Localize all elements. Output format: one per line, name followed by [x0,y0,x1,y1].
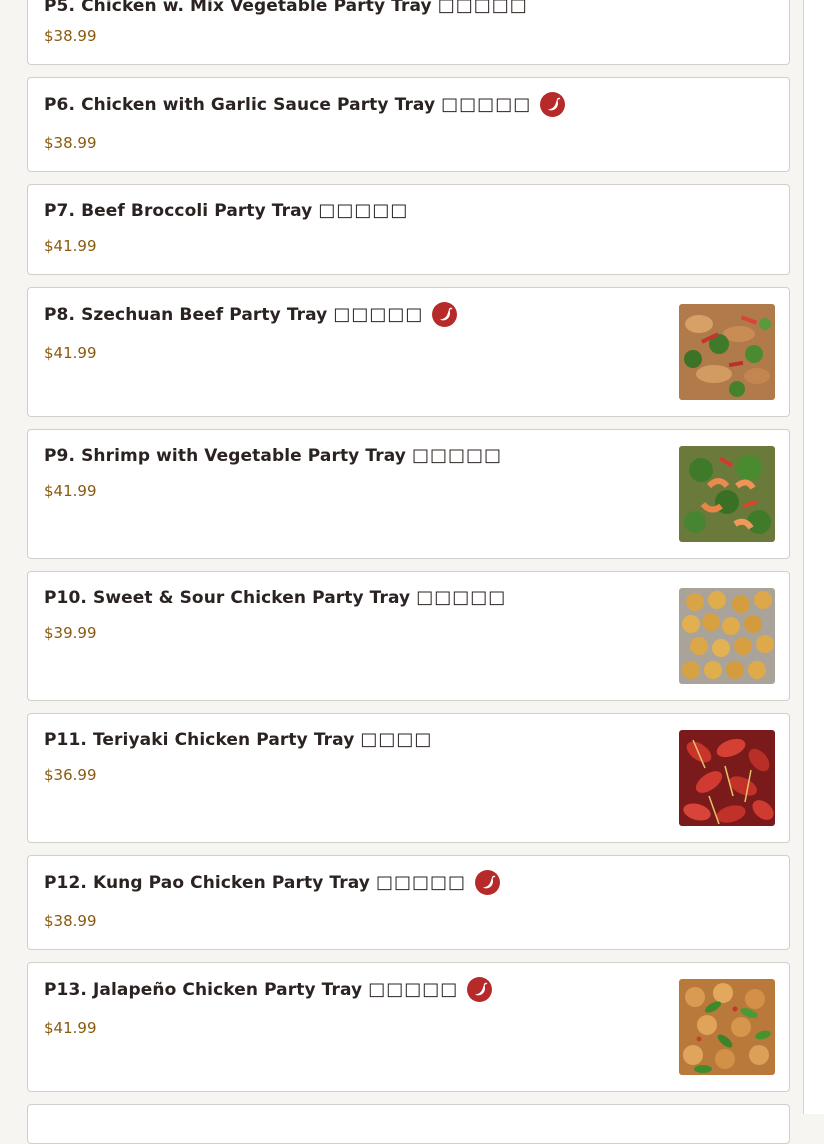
item-title: P5. Chicken w. Mix Vegetable Party Tray [44,0,432,16]
chili-pepper-icon [540,92,566,117]
item-chinese-name: □□□□□ [437,0,528,16]
item-title-row: P12. Kung Pao Chicken Party Tray □□□□□ [44,870,500,895]
beef-broccoli-photo[interactable] [679,304,775,400]
chili-pepper-icon [475,870,500,895]
item-title-row: P13. Jalapeño Chicken Party Tray □□□□□ [44,977,493,1002]
item-title: P11. Teriyaki Chicken Party Tray [44,729,355,750]
item-title: P6. Chicken with Garlic Sauce Party Tray [44,94,436,115]
item-chinese-name: □□□□□ [368,979,459,1000]
item-title-row: P7. Beef Broccoli Party Tray □□□□□ [44,200,408,221]
item-price: $41.99 [44,344,97,362]
item-title: P7. Beef Broccoli Party Tray [44,200,313,221]
item-chinese-name: □□□□□ [416,587,507,608]
item-title-row: P11. Teriyaki Chicken Party Tray □□□□ [44,729,432,750]
item-title-row: P10. Sweet & Sour Chicken Party Tray □□□… [44,587,506,608]
item-price: $39.99 [44,624,97,642]
item-price: $38.99 [44,27,97,45]
item-price: $41.99 [44,1019,97,1037]
menu-item-p7[interactable]: P7. Beef Broccoli Party Tray □□□□□ $41.9… [27,184,790,275]
item-price: $38.99 [44,134,97,152]
item-price: $38.99 [44,912,97,930]
menu-item-p10[interactable]: P10. Sweet & Sour Chicken Party Tray □□□… [27,571,790,701]
menu-item-p6[interactable]: P6. Chicken with Garlic Sauce Party Tray… [27,77,790,172]
jalapeno-chicken-photo[interactable] [679,979,775,1075]
chili-pepper-icon [467,977,493,1002]
item-title: P10. Sweet & Sour Chicken Party Tray [44,587,411,608]
item-title-row: P5. Chicken w. Mix Vegetable Party Tray … [44,0,528,16]
item-price: $41.99 [44,482,97,500]
scrollbar-track[interactable] [804,0,824,1114]
item-chinese-name: □□□□ [360,729,433,750]
item-title: P9. Shrimp with Vegetable Party Tray [44,445,406,466]
menu-item-p5[interactable]: P5. Chicken w. Mix Vegetable Party Tray … [27,0,790,65]
teriyaki-chicken-photo[interactable] [679,730,775,826]
menu-list: P5. Chicken w. Mix Vegetable Party Tray … [0,0,803,1144]
item-title-row: P8. Szechuan Beef Party Tray □□□□□ [44,302,458,327]
item-title: P8. Szechuan Beef Party Tray [44,304,328,325]
sweet-sour-chicken-photo[interactable] [679,588,775,684]
item-chinese-name: □□□□□ [333,304,424,325]
item-title-row: P6. Chicken with Garlic Sauce Party Tray… [44,92,566,117]
item-title: P13. Jalapeño Chicken Party Tray [44,979,363,1000]
menu-item-p8[interactable]: P8. Szechuan Beef Party Tray □□□□□ $41.9… [27,287,790,417]
chili-pepper-icon [432,302,458,327]
menu-item-p13[interactable]: P13. Jalapeño Chicken Party Tray □□□□□ $… [27,962,790,1092]
item-chinese-name: □□□□□ [411,445,502,466]
menu-item-p12[interactable]: P12. Kung Pao Chicken Party Tray □□□□□ $… [27,855,790,950]
menu-item-p11[interactable]: P11. Teriyaki Chicken Party Tray □□□□ $3… [27,713,790,843]
item-title-row: P9. Shrimp with Vegetable Party Tray □□□… [44,445,502,466]
item-chinese-name: □□□□□ [441,94,532,115]
item-chinese-name: □□□□□ [318,200,409,221]
item-chinese-name: □□□□□ [375,872,466,893]
menu-item-next[interactable] [27,1104,790,1144]
item-title: P12. Kung Pao Chicken Party Tray [44,872,370,893]
menu-item-p9[interactable]: P9. Shrimp with Vegetable Party Tray □□□… [27,429,790,559]
item-price: $36.99 [44,766,97,784]
item-price: $41.99 [44,237,97,255]
shrimp-vegetable-photo[interactable] [679,446,775,542]
